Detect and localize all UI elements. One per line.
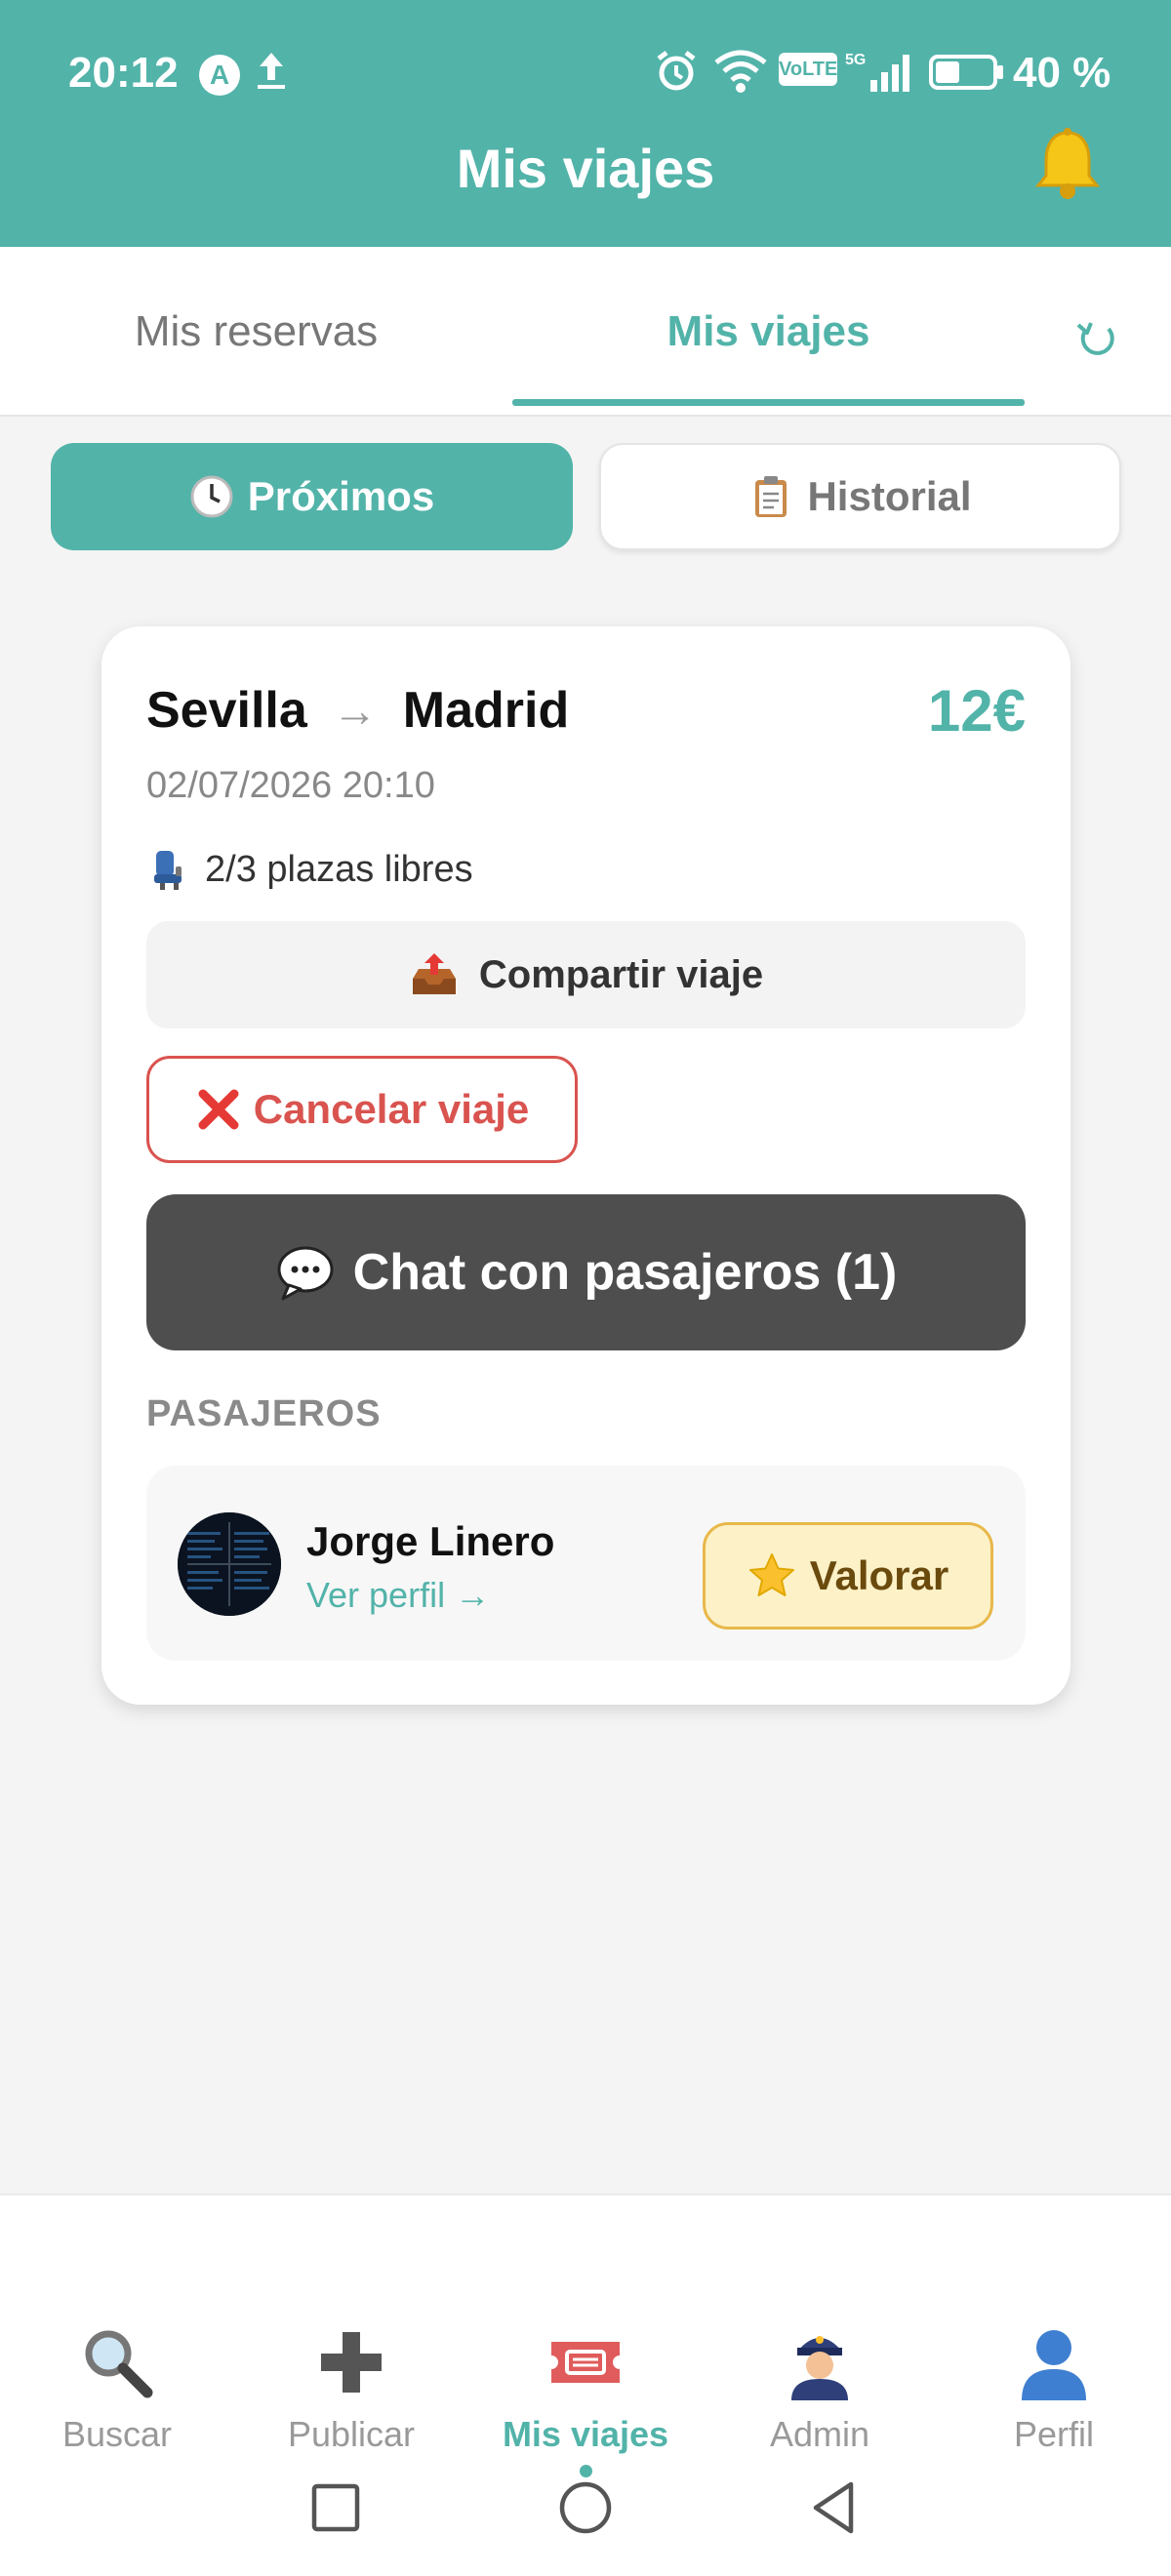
alarm-icon <box>657 51 696 91</box>
nav-label-publicar: Publicar <box>287 2414 416 2454</box>
wifi-icon <box>714 50 767 93</box>
plus-icon <box>321 2332 382 2393</box>
cancel-trip-label: Cancelar viaje <box>253 1086 530 1132</box>
police-officer-icon <box>791 2336 848 2400</box>
clipboard-icon <box>755 476 787 517</box>
chat-passengers-button[interactable]: Chat con pasajeros (1) <box>146 1194 1026 1350</box>
segment-proximos-label: Próximos <box>247 473 435 519</box>
trip-datetime: 02/07/2026 20:10 <box>146 765 435 806</box>
volte-icon: VoLTE <box>779 53 837 86</box>
cross-mark-icon <box>198 1089 239 1130</box>
tab-mis-reservas[interactable]: Mis reservas <box>0 247 512 417</box>
status-time: 20:12 <box>68 49 179 97</box>
seat-icon <box>154 851 182 890</box>
nav-item-mis-viajes[interactable]: Mis viajes <box>468 2322 703 2478</box>
search-icon <box>85 2330 153 2398</box>
app-screen: 20:12 A VoLTE 5G 40 % Mis viajes Mis res… <box>0 0 1171 2576</box>
speech-balloon-icon <box>277 1246 334 1301</box>
segment-historial[interactable]: Historial <box>599 443 1121 550</box>
trip-price: 12€ <box>927 678 1026 744</box>
share-trip-label: Compartir viaje <box>478 952 764 996</box>
star-icon <box>748 1553 794 1596</box>
app-header: 20:12 A VoLTE 5G 40 % Mis viajes <box>0 0 1171 247</box>
app-a-icon: A <box>199 55 240 96</box>
back-icon[interactable] <box>806 2478 865 2537</box>
cancel-trip-button[interactable]: Cancelar viaje <box>146 1056 578 1163</box>
share-trip-button[interactable]: Compartir viaje <box>146 921 1026 1028</box>
avatar[interactable] <box>178 1512 281 1616</box>
clock-icon <box>190 475 233 518</box>
refresh-icon[interactable] <box>1073 315 1120 362</box>
tab-mis-viajes[interactable]: Mis viajes <box>512 247 1025 417</box>
nav-label-mis-viajes: Mis viajes <box>502 2414 669 2454</box>
seats-text: 2/3 plazas libres <box>205 848 473 890</box>
route-arrow-icon: → <box>332 685 378 736</box>
trip-seats: 2/3 plazas libres <box>146 847 473 892</box>
nav-label-buscar: Buscar <box>61 2414 173 2454</box>
view-profile-link[interactable]: Ver perfil → <box>306 1575 490 1616</box>
chat-passengers-label: Chat con pasajeros (1) <box>352 1244 898 1301</box>
user-icon <box>1022 2330 1086 2400</box>
trip-route: Sevilla → Madrid <box>146 681 569 740</box>
nav-item-perfil[interactable]: Perfil <box>937 2322 1171 2478</box>
home-icon[interactable] <box>556 2478 615 2537</box>
status-bar: 20:12 A VoLTE 5G 40 % <box>0 41 1171 100</box>
avatar-image <box>178 1512 281 1616</box>
recent-apps-icon[interactable] <box>306 2478 365 2537</box>
rate-passenger-button[interactable]: Valorar <box>703 1522 993 1630</box>
segment-proximos[interactable]: Próximos <box>51 443 573 550</box>
system-navigation-bar <box>0 2469 1171 2556</box>
active-tab-indicator <box>512 399 1025 406</box>
outbox-tray-icon <box>412 953 456 994</box>
page-title: Mis viajes <box>456 138 715 199</box>
nav-item-admin[interactable]: Admin <box>703 2322 937 2478</box>
battery-percentage: 40 % <box>1013 49 1111 97</box>
passengers-heading: PASAJEROS <box>146 1393 382 1434</box>
upload-icon <box>258 53 285 89</box>
nav-label-admin: Admin <box>769 2414 870 2454</box>
signal-5g-icon: 5G <box>845 52 909 92</box>
ticket-icon <box>551 2342 620 2383</box>
passenger-row: Jorge Linero Ver perfil → Valorar <box>146 1466 1026 1661</box>
nav-label-perfil: Perfil <box>1013 2414 1095 2454</box>
top-tabs: Mis reservas Mis viajes <box>0 247 1171 417</box>
battery-icon <box>929 55 1003 90</box>
nav-item-publicar[interactable]: Publicar <box>234 2322 468 2478</box>
svg-text:5G: 5G <box>845 52 866 68</box>
trip-origin: Sevilla <box>146 682 307 739</box>
segment-historial-label: Historial <box>807 473 972 519</box>
rate-passenger-label: Valorar <box>809 1552 949 1598</box>
nav-item-buscar[interactable]: Buscar <box>0 2322 234 2478</box>
passenger-name: Jorge Linero <box>306 1518 555 1564</box>
bell-icon[interactable] <box>1029 125 1107 203</box>
trip-card[interactable]: Sevilla → Madrid 12€ 02/07/2026 20:10 2/… <box>101 626 1070 1705</box>
trip-destination: Madrid <box>402 682 570 739</box>
